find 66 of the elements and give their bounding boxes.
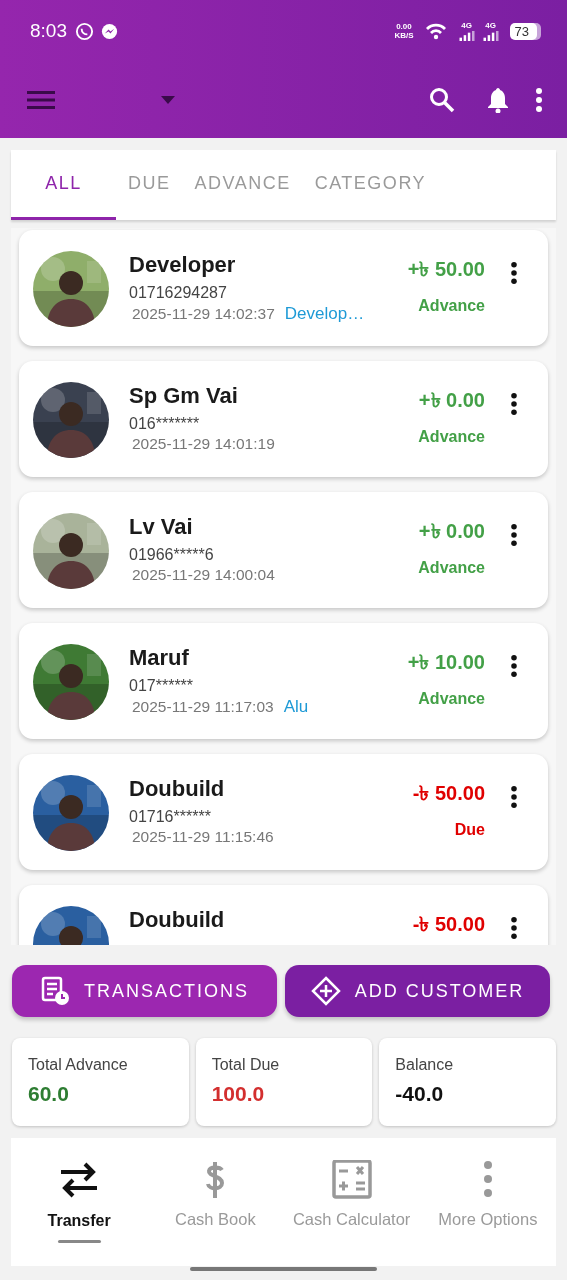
timestamp: 2025-11-29 14:02:37: [132, 305, 275, 323]
customer-name: Lv Vai: [129, 514, 194, 540]
summary-label: Total Advance: [28, 1056, 129, 1074]
customer-card[interactable]: Doubuild -৳ 50.00: [19, 885, 548, 945]
more-icon[interactable]: [510, 785, 518, 809]
customer-name: Maruf: [129, 645, 190, 671]
phone-number: 016*******: [129, 415, 201, 433]
summary-value: -40.0: [395, 1082, 445, 1106]
signal-icon: [457, 30, 476, 41]
summary-value: 60.0: [28, 1082, 70, 1106]
status-label: Advance: [418, 297, 485, 315]
more-icon[interactable]: [535, 87, 543, 113]
timestamp: 2025-11-29 11:15:46: [132, 828, 274, 846]
timestamp: 2025-11-29 14:00:04: [132, 566, 275, 584]
summary-label: Total Due: [211, 1056, 281, 1074]
category-label: Alu: [283, 697, 309, 717]
tab[interactable]: ALL: [11, 150, 116, 220]
status-label: Due: [454, 821, 485, 839]
data-speed: 0.00 KB/S: [394, 22, 414, 40]
customer-card[interactable]: Lv Vai 01966*****6 2025-11-29 14:00:04 +৳ 0.00 Advance: [19, 492, 548, 608]
status-label: Advance: [418, 428, 485, 446]
receipt-clock-icon: [40, 976, 70, 1006]
amount: -৳ 50.00: [412, 781, 485, 806]
status-label: Advance: [418, 690, 485, 708]
more-icon[interactable]: [510, 392, 518, 416]
messenger-icon: [100, 21, 119, 41]
signal-icon: [481, 30, 500, 41]
amount: -৳ 50.00: [412, 912, 485, 937]
bell-icon[interactable]: [485, 87, 511, 113]
amount: +৳ 0.00: [418, 519, 485, 544]
search-icon[interactable]: [429, 87, 455, 113]
customer-card[interactable]: Sp Gm Vai 016******* 2025-11-29 14:01:19 +৳ 0.00 Advance: [19, 361, 548, 477]
customer-card[interactable]: Developer 01716294287 2025-11-29 14:02:37 Develop… +৳ 50.00 Advance: [19, 230, 548, 346]
action-button[interactable]: ADD CUSTOMER: [285, 965, 550, 1017]
timestamp: 2025-11-29 11:17:03: [132, 698, 274, 716]
more-icon[interactable]: [510, 916, 518, 940]
customer-name: Doubuild: [129, 776, 226, 802]
timestamp: 2025-11-29 14:01:19: [132, 435, 275, 453]
chat-icon: [75, 21, 94, 41]
customer-name: Developer: [129, 252, 237, 278]
more-icon: [483, 1160, 492, 1200]
phone-number: 01716******: [129, 808, 212, 826]
phone-number: 01966*****6: [129, 546, 215, 564]
amount: +৳ 10.00: [407, 650, 485, 675]
calculator-icon: [329, 1160, 374, 1200]
customer-card[interactable]: Doubuild 01716****** 2025-11-29 11:15:46 -৳ 50.00 Due: [19, 754, 548, 870]
status-time: 8:03: [30, 20, 67, 42]
customer-name: Doubuild: [129, 907, 226, 933]
more-icon[interactable]: [510, 261, 518, 285]
add-diamond-icon: [310, 976, 341, 1006]
more-icon[interactable]: [510, 523, 518, 547]
action-button[interactable]: TRANSACTIONS: [12, 965, 277, 1017]
phone-number: 017******: [129, 677, 195, 695]
amount: +৳ 0.00: [418, 388, 485, 413]
customer-card[interactable]: Maruf 017****** 2025-11-29 11:17:03 Alu +৳ 10.00 Advance: [19, 623, 548, 739]
amount: +৳ 50.00: [407, 257, 485, 282]
customer-name: Sp Gm Vai: [129, 383, 239, 409]
more-icon[interactable]: [510, 654, 518, 678]
network-label: 4G: [485, 21, 496, 30]
summary-label: Balance: [395, 1056, 455, 1074]
nav-item[interactable]: Transfer: [11, 1138, 148, 1266]
network-label: 4G: [461, 21, 472, 30]
status-label: Advance: [418, 559, 485, 577]
category-label: Develop…: [284, 304, 365, 324]
summary-value: 100.0: [211, 1082, 266, 1106]
phone-number: 01716294287: [129, 284, 228, 302]
